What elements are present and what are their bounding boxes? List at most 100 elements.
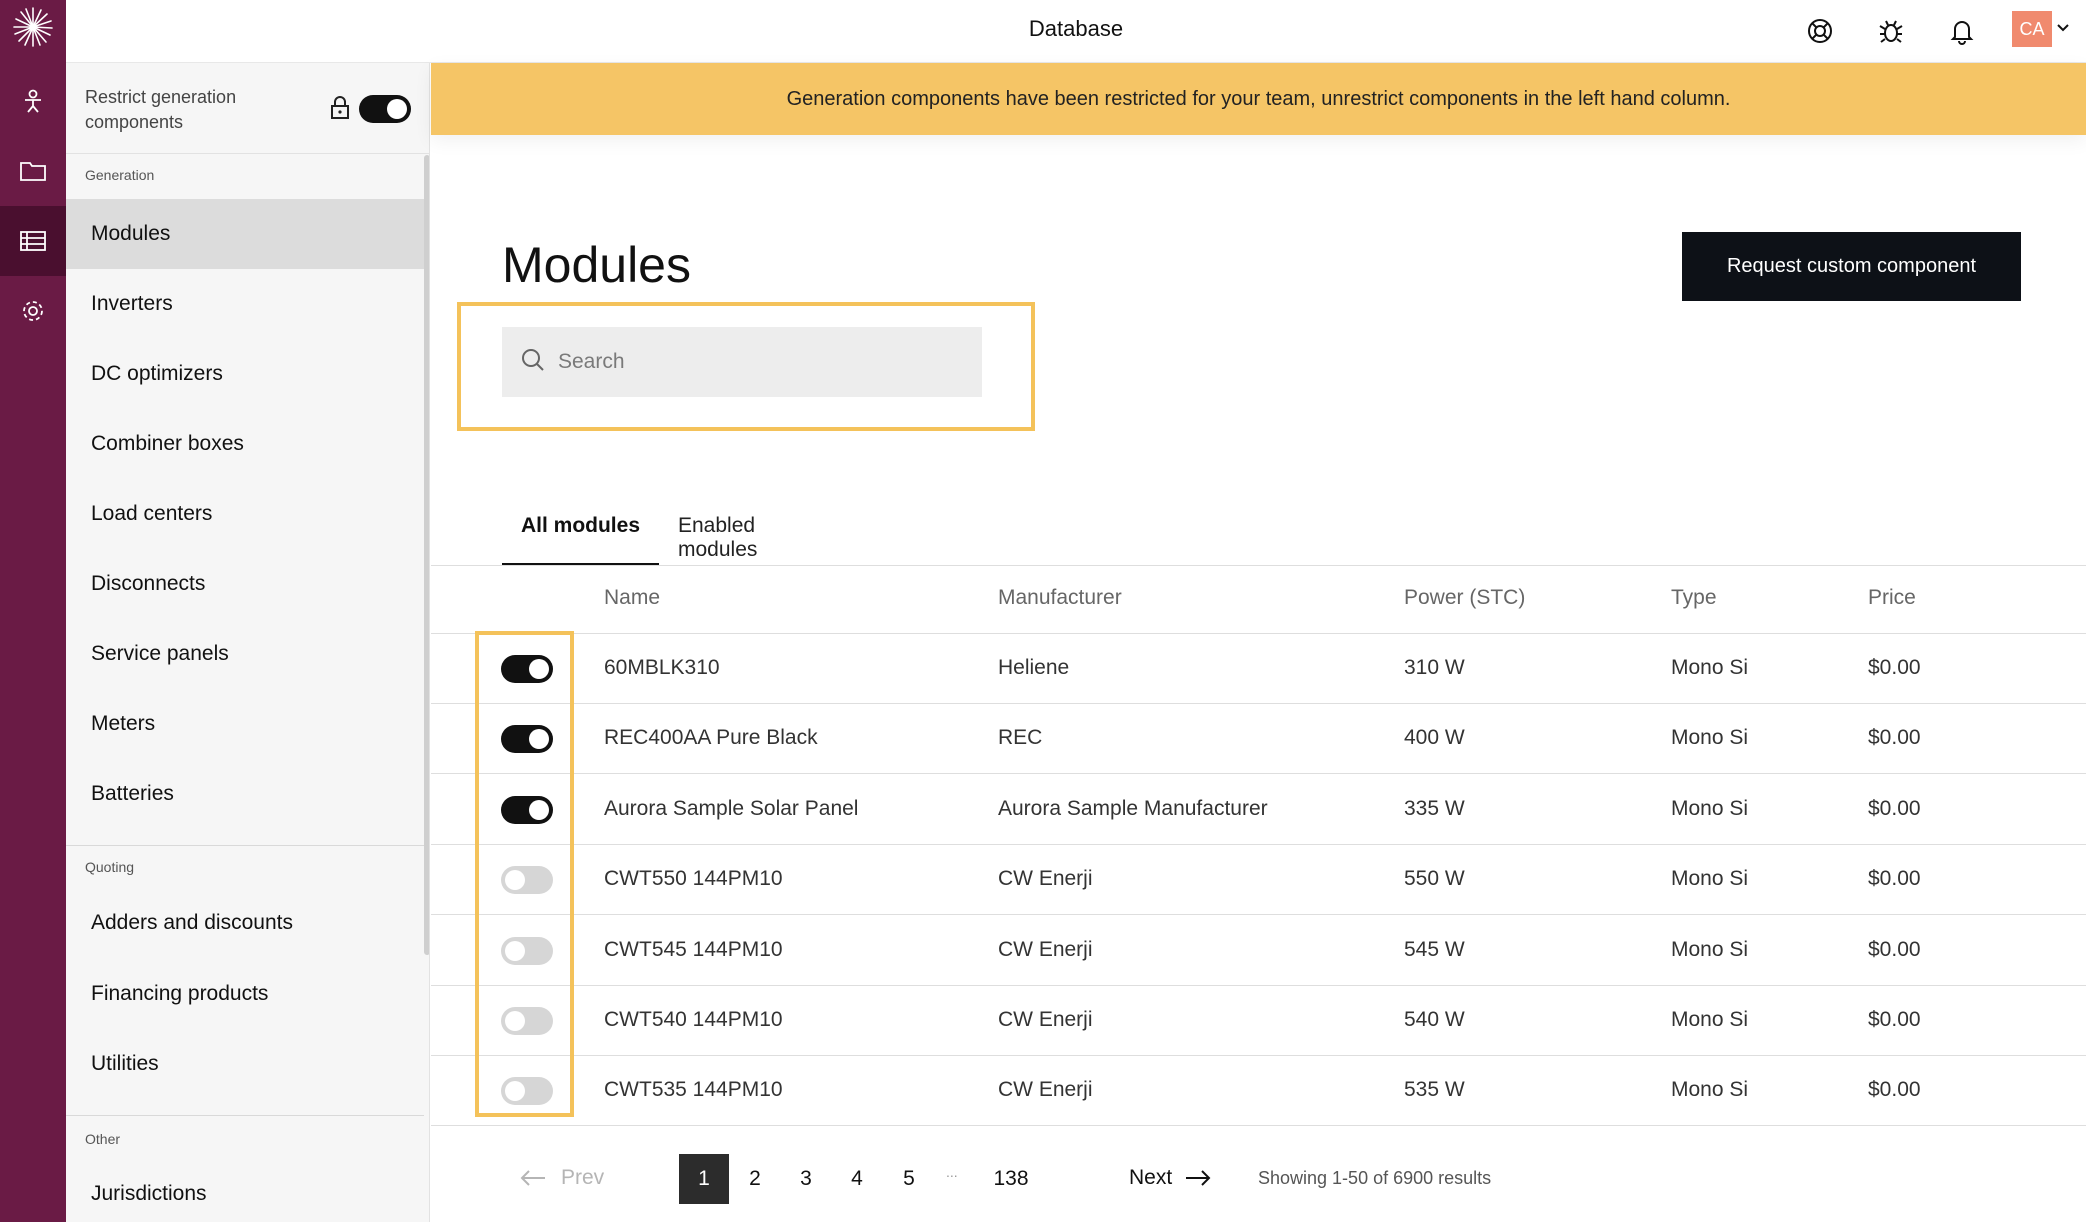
database-list-icon[interactable] [0,206,66,276]
cell-power: 545 W [1404,938,1465,961]
page-header-title: Database [1028,16,1124,41]
sidebar-item-dc-optimizers[interactable]: DC optimizers [66,339,424,409]
chevron-down-icon[interactable] [2056,20,2070,38]
table-row[interactable]: Aurora Sample Solar Panel Aurora Sample … [431,775,2086,845]
cell-price: $0.00 [1868,656,1921,679]
column-header-power[interactable]: Power (STC) [1404,586,1525,610]
results-count: Showing 1-50 of 6900 results [1258,1168,1492,1188]
lock-icon [330,96,350,125]
cell-price: $0.00 [1868,797,1921,820]
person-icon[interactable] [0,66,66,136]
sidebar-item-disconnects[interactable]: Disconnects [66,549,424,619]
cell-manufacturer: CW Enerji [998,1078,1093,1101]
cell-name: CWT545 144PM10 [604,938,783,961]
cell-price: $0.00 [1868,726,1921,749]
cell-power: 335 W [1404,797,1465,820]
restrict-generation-label: Restrict generation components [85,87,237,132]
restrict-generation-row: Restrict generation components [66,63,429,154]
page-button-3[interactable]: 3 [781,1154,831,1204]
icon-rail [0,0,66,1222]
cell-price: $0.00 [1868,1078,1921,1101]
section-label-quoting: Quoting [85,859,135,875]
cell-name: CWT535 144PM10 [604,1078,783,1101]
page-button-1[interactable]: 1 [679,1154,729,1204]
sidebar-item-meters[interactable]: Meters [66,689,424,759]
bell-icon[interactable] [1945,14,1979,48]
section-label-generation: Generation [85,167,155,183]
restriction-banner: Generation components have been restrict… [431,63,2086,135]
sidebar-item-service-panels[interactable]: Service panels [66,619,424,689]
column-header-manufacturer[interactable]: Manufacturer [998,586,1122,610]
cell-name: Aurora Sample Solar Panel [604,797,859,820]
sidebar-item-jurisdictions[interactable]: Jurisdictions [66,1159,424,1222]
cell-name: REC400AA Pure Black [604,726,818,749]
page-button-last[interactable]: 138 [979,1154,1043,1204]
sun-logo-icon[interactable] [12,6,54,48]
next-page-button[interactable]: Next [1129,1166,1212,1190]
cell-name: 60MBLK310 [604,656,720,679]
table-row[interactable]: REC400AA Pure Black REC 400 W Mono Si $0… [431,704,2086,774]
table-row[interactable]: CWT550 144PM10 CW Enerji 550 W Mono Si $… [431,845,2086,915]
cell-manufacturer: Aurora Sample Manufacturer [998,797,1268,820]
cell-manufacturer: Heliene [998,656,1070,679]
folder-icon[interactable] [0,136,66,206]
page-ellipsis: ... [946,1164,958,1180]
cell-type: Mono Si [1671,938,1749,961]
restrict-generation-toggle[interactable] [359,95,411,123]
sidebar-item-financing-products[interactable]: Financing products [66,959,424,1029]
cell-type: Mono Si [1671,656,1749,679]
table-row[interactable]: 60MBLK310 Heliene 310 W Mono Si $0.00 [431,634,2086,704]
column-header-price[interactable]: Price [1868,586,1916,610]
sidebar: Restrict generation components Generatio… [66,63,430,1222]
cell-type: Mono Si [1671,726,1749,749]
sidebar-item-inverters[interactable]: Inverters [66,269,424,339]
search-icon [520,347,546,378]
prev-page-button[interactable]: Prev [519,1166,604,1190]
cell-power: 310 W [1404,656,1465,679]
help-lifebuoy-icon[interactable] [1803,14,1837,48]
toggle-column-highlight-box [475,631,574,1117]
request-custom-component-button[interactable]: Request custom component [1682,232,2021,301]
cell-power: 535 W [1404,1078,1465,1101]
section-label-other: Other [85,1131,121,1147]
table-row[interactable]: CWT535 144PM10 CW Enerji 535 W Mono Si $… [431,1056,2086,1126]
cell-power: 550 W [1404,867,1465,890]
sidebar-item-batteries[interactable]: Batteries [66,759,424,829]
cell-type: Mono Si [1671,1008,1749,1031]
sidebar-item-modules[interactable]: Modules [66,199,424,269]
next-label: Next [1129,1166,1173,1189]
cell-manufacturer: CW Enerji [998,1008,1093,1031]
column-header-name[interactable]: Name [604,586,660,610]
table-row[interactable]: CWT545 144PM10 CW Enerji 545 W Mono Si $… [431,916,2086,986]
table-row[interactable]: CWT540 144PM10 CW Enerji 540 W Mono Si $… [431,986,2086,1056]
prev-label: Prev [561,1166,605,1189]
gear-icon[interactable] [0,276,66,346]
page-button-2[interactable]: 2 [730,1154,780,1204]
sidebar-item-utilities[interactable]: Utilities [66,1029,424,1099]
sidebar-scrollbar[interactable] [424,155,429,955]
pagination: Prev 1 2 3 4 5 ... 138 Next Showing 1-50… [431,1128,2086,1222]
search-placeholder: Search [558,350,625,373]
sidebar-divider [66,1115,424,1116]
cell-power: 400 W [1404,726,1465,749]
page-button-4[interactable]: 4 [832,1154,882,1204]
column-header-type[interactable]: Type [1671,586,1717,610]
tab-all-modules[interactable]: All modules [502,506,659,566]
search-input[interactable]: Search [502,327,982,397]
tab-enabled-modules[interactable]: Enabled modules [678,506,757,566]
page-button-5[interactable]: 5 [884,1154,934,1204]
cell-name: CWT550 144PM10 [604,867,783,890]
sidebar-item-adders-and-discounts[interactable]: Adders and discounts [66,888,424,958]
page-title: Modules [502,237,691,293]
bug-icon[interactable] [1874,14,1908,48]
cell-type: Mono Si [1671,1078,1749,1101]
table-header: Name Manufacturer Power (STC) Type Price [431,566,2086,634]
sidebar-item-combiner-boxes[interactable]: Combiner boxes [66,409,424,479]
cell-price: $0.00 [1868,938,1921,961]
sidebar-item-load-centers[interactable]: Load centers [66,479,424,549]
user-avatar[interactable]: CA [2012,11,2052,47]
cell-type: Mono Si [1671,867,1749,890]
cell-manufacturer: REC [998,726,1043,749]
cell-manufacturer: CW Enerji [998,867,1093,890]
sidebar-divider [66,845,424,846]
